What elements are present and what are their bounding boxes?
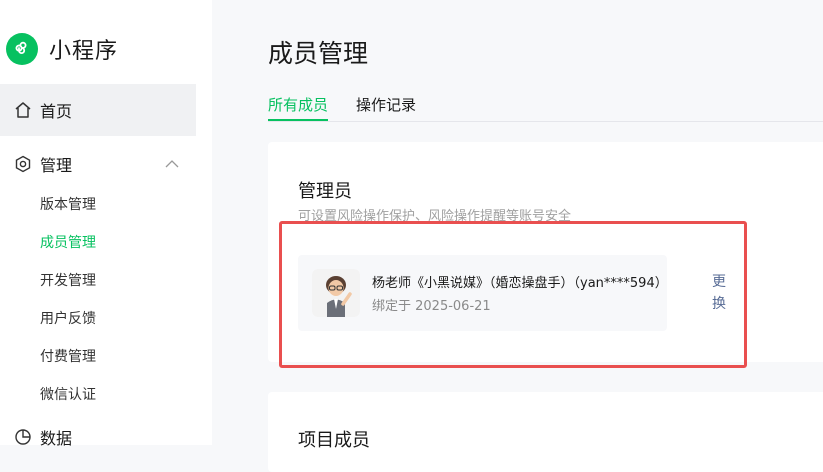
- sidebar-item-label: 首页: [40, 102, 73, 121]
- mini-program-logo-icon: [6, 33, 38, 65]
- sidebar-item-manage[interactable]: 管理: [0, 146, 196, 182]
- app-name: 小程序: [49, 39, 119, 64]
- highlight-annotation-box: [279, 221, 747, 368]
- tab-all-members[interactable]: 所有成员: [268, 94, 329, 121]
- sidebar-item-home[interactable]: 首页: [0, 84, 196, 136]
- tab-operation-log[interactable]: 操作记录: [356, 94, 416, 115]
- page-title: 成员管理: [268, 39, 369, 68]
- app-logo: 小程序: [6, 31, 118, 67]
- admin-section-title: 管理员: [298, 181, 352, 202]
- sidebar-item-label: 管理: [40, 156, 73, 175]
- project-members-card: 项目成员: [268, 392, 823, 472]
- sidebar-item-data[interactable]: 数据: [0, 424, 196, 450]
- project-members-title: 项目成员: [298, 430, 370, 451]
- sidebar-subitem-wechat-verify[interactable]: 微信认证: [40, 385, 96, 405]
- sidebar: 小程序 首页 管理 版本管理 成员管理 开发管理 用户反馈 付费管理 微信认证: [0, 0, 212, 448]
- sidebar-subitem-feedback[interactable]: 用户反馈: [40, 309, 96, 329]
- sidebar-subitem-payment[interactable]: 付费管理: [40, 347, 96, 367]
- manage-hexagon-icon: [13, 154, 33, 174]
- sidebar-item-label: 数据: [40, 429, 73, 448]
- sidebar-subitem-version[interactable]: 版本管理: [40, 195, 96, 215]
- tab-bar: 所有成员 操作记录: [268, 92, 823, 122]
- data-pie-icon: [13, 427, 33, 447]
- sidebar-subitem-development[interactable]: 开发管理: [40, 271, 96, 291]
- home-icon: [13, 100, 33, 120]
- sidebar-subitem-members[interactable]: 成员管理: [40, 233, 96, 253]
- chevron-up-icon[interactable]: [164, 156, 180, 172]
